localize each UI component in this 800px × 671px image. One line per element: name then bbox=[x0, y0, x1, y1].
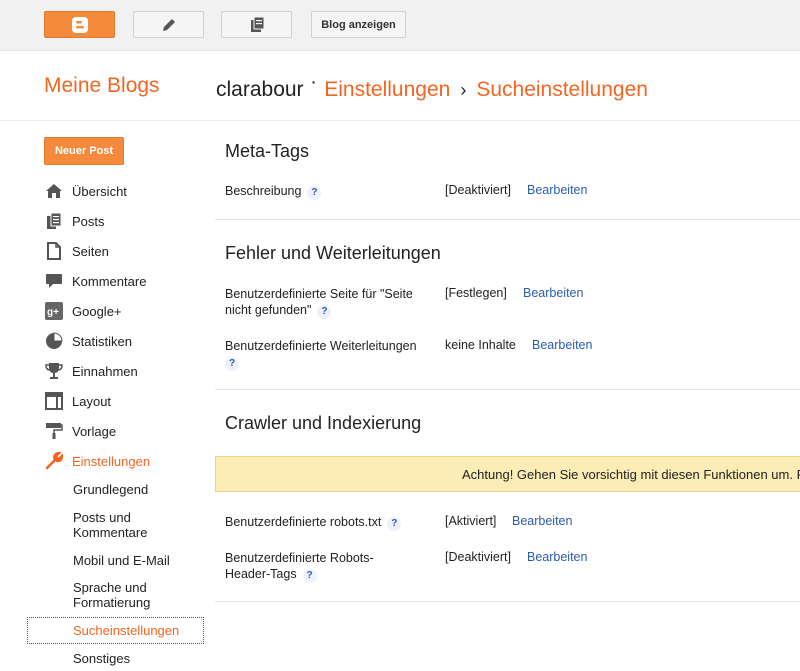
sidebar-item-label: Einnahmen bbox=[72, 363, 138, 379]
blogger-logo-button[interactable] bbox=[44, 11, 115, 38]
sidebar-item-stats[interactable]: Statistiken bbox=[44, 330, 132, 352]
page-icon bbox=[44, 242, 64, 260]
help-icon[interactable]: ? bbox=[387, 517, 402, 531]
help-icon[interactable]: ? bbox=[225, 357, 239, 371]
section-title-meta-tags: Meta-Tags bbox=[225, 141, 310, 161]
googleplus-icon: g+ bbox=[44, 302, 64, 320]
sidebar-item-overview[interactable]: Übersicht bbox=[44, 180, 127, 202]
sidebar-item-label: Statistiken bbox=[72, 333, 132, 349]
documents-icon bbox=[250, 16, 264, 32]
svg-text:g+: g+ bbox=[47, 307, 59, 318]
sidebar-item-label: Vorlage bbox=[72, 423, 117, 439]
settings-sub-search[interactable]: Sucheinstellungen bbox=[73, 623, 198, 638]
settings-sub-posts-comments[interactable]: Posts und Kommentare bbox=[73, 510, 198, 540]
robots-header-tags-label: Benutzerdefinierte Robots-Header-Tags? bbox=[225, 551, 374, 583]
paint-roller-icon bbox=[44, 422, 64, 440]
settings-sub-language[interactable]: Sprache und Formatierung bbox=[73, 580, 198, 610]
sidebar-item-posts[interactable]: Posts bbox=[44, 210, 105, 232]
sidebar-item-label: Kommentare bbox=[72, 273, 147, 289]
not-found-value: [Festlegen] bbox=[445, 286, 507, 300]
sidebar-item-comments[interactable]: Kommentare bbox=[44, 270, 146, 292]
sidebar-item-label: Übersicht bbox=[72, 183, 127, 199]
sidebar-item-earnings[interactable]: Einnahmen bbox=[44, 360, 138, 382]
help-icon[interactable]: ? bbox=[317, 305, 332, 319]
sidebar-item-layout[interactable]: Layout bbox=[44, 390, 111, 412]
comment-icon bbox=[44, 272, 64, 290]
breadcrumb-settings[interactable]: Einstellungen bbox=[324, 78, 450, 102]
robots-txt-value: [Aktiviert] bbox=[445, 514, 497, 528]
sidebar-item-googleplus[interactable]: g+ Google+ bbox=[44, 300, 122, 322]
sidebar-item-label: Seiten bbox=[72, 243, 109, 259]
robots-txt-label: Benutzerdefinierte robots.txt? bbox=[225, 514, 430, 531]
breadcrumb-current: Sucheinstellungen bbox=[476, 78, 648, 101]
breadcrumb-dot: · bbox=[311, 74, 317, 90]
breadcrumb: clarabour · Einstellungen › Sucheinstell… bbox=[216, 74, 648, 102]
posts-icon bbox=[44, 212, 64, 230]
description-value: [Deaktiviert] bbox=[445, 183, 511, 197]
layout-icon bbox=[44, 392, 64, 410]
redirects-label: Benutzerdefinierte Weiterleitungen? bbox=[225, 339, 417, 371]
section-divider bbox=[215, 389, 800, 390]
edit-not-found-link[interactable]: Bearbeiten bbox=[523, 286, 583, 300]
sidebar-item-label: Layout bbox=[72, 393, 112, 409]
sidebar-item-label: Einstellungen bbox=[72, 453, 151, 469]
edit-robots-txt-link[interactable]: Bearbeiten bbox=[512, 514, 572, 528]
settings-sub-basic[interactable]: Grundlegend bbox=[73, 482, 198, 497]
wrench-icon bbox=[44, 452, 64, 470]
warning-banner: Achtung! Gehen Sie vorsichtig mit diesen… bbox=[215, 456, 800, 492]
redirects-value: keine Inhalte bbox=[445, 338, 516, 352]
settings-sub-mobile-email[interactable]: Mobil und E-Mail bbox=[73, 553, 198, 568]
home-icon bbox=[44, 182, 64, 200]
sidebar-item-label: Google+ bbox=[72, 303, 122, 319]
sidebar-item-label: Posts bbox=[72, 213, 105, 229]
section-title-errors: Fehler und Weiterleitungen bbox=[225, 243, 441, 263]
top-toolbar: Blog anzeigen bbox=[0, 0, 800, 51]
my-blogs-link[interactable]: Meine Blogs bbox=[44, 74, 160, 98]
description-label: Beschreibung? bbox=[225, 183, 430, 200]
new-post-pencil-button[interactable] bbox=[133, 11, 204, 38]
settings-sub-other[interactable]: Sonstiges bbox=[73, 651, 198, 666]
help-icon[interactable]: ? bbox=[302, 569, 317, 583]
pencil-icon bbox=[162, 18, 175, 31]
pie-chart-icon bbox=[44, 332, 64, 350]
edit-description-link[interactable]: Bearbeiten bbox=[527, 183, 587, 197]
sidebar-item-pages[interactable]: Seiten bbox=[44, 240, 109, 262]
section-divider bbox=[215, 219, 800, 220]
posts-list-button[interactable] bbox=[221, 11, 292, 38]
robots-header-tags-value: [Deaktiviert] bbox=[445, 550, 511, 564]
breadcrumb-blog-name[interactable]: clarabour bbox=[216, 78, 304, 102]
sidebar-item-template[interactable]: Vorlage bbox=[44, 420, 116, 442]
blogger-icon bbox=[71, 16, 88, 33]
edit-redirects-link[interactable]: Bearbeiten bbox=[532, 338, 592, 352]
new-post-button[interactable]: Neuer Post bbox=[44, 137, 124, 165]
not-found-label: Benutzerdefinierte Seite für "Seite nich… bbox=[225, 287, 413, 319]
help-icon[interactable]: ? bbox=[307, 186, 322, 200]
section-title-crawler: Crawler und Indexierung bbox=[225, 413, 422, 433]
trophy-icon bbox=[44, 362, 64, 380]
breadcrumb-separator: › bbox=[460, 80, 467, 100]
sidebar-item-settings[interactable]: Einstellungen bbox=[44, 450, 150, 472]
view-blog-button[interactable]: Blog anzeigen bbox=[311, 11, 406, 38]
section-divider bbox=[215, 601, 800, 602]
edit-robots-header-tags-link[interactable]: Bearbeiten bbox=[527, 550, 587, 564]
